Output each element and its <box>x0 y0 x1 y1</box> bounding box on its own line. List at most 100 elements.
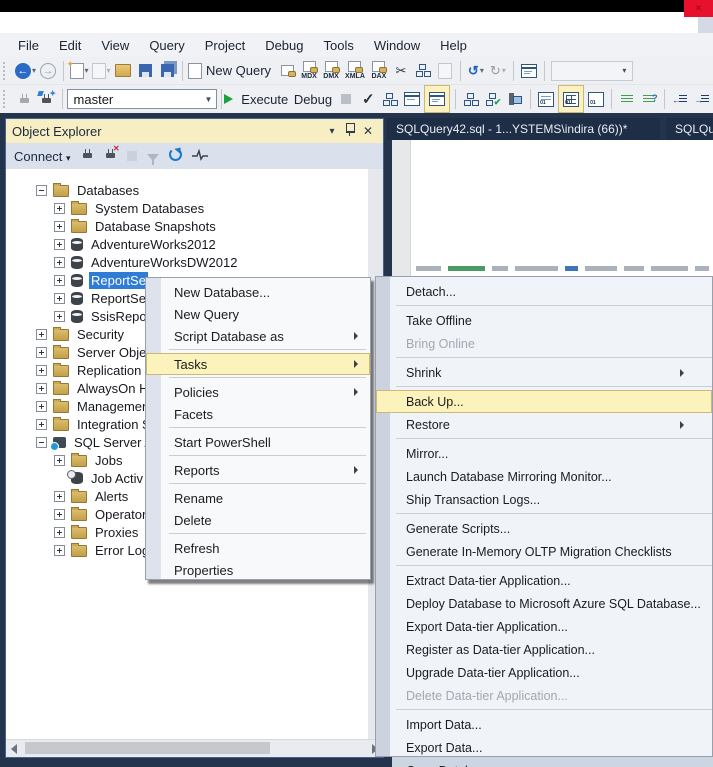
menu-item-delete[interactable]: Delete <box>146 509 370 531</box>
expander-plus-icon[interactable] <box>54 490 65 502</box>
refresh-button[interactable] <box>168 148 182 164</box>
dmx-query-button[interactable]: DMX <box>321 59 341 83</box>
menu-item-detach[interactable]: Detach... <box>376 280 712 303</box>
debug-button[interactable]: Debug <box>292 87 335 111</box>
menu-debug[interactable]: Debug <box>255 38 313 53</box>
stop-button[interactable] <box>336 87 356 111</box>
estimated-plan-button[interactable] <box>380 87 400 111</box>
connect-query-button[interactable] <box>15 87 35 111</box>
cut-button[interactable]: ✂ <box>391 59 411 83</box>
menu-item-export-data[interactable]: Export Data... <box>376 736 712 759</box>
menu-window[interactable]: Window <box>364 38 430 53</box>
navigate-forward-button[interactable]: → <box>38 59 58 83</box>
available-databases-combobox[interactable]: master ▼ <box>66 89 217 109</box>
expander-plus-icon[interactable] <box>36 400 47 412</box>
menu-item-upgrade-data-tier-application[interactable]: Upgrade Data-tier Application... <box>376 661 712 684</box>
menu-item-launch-database-mirroring-monitor[interactable]: Launch Database Mirroring Monitor... <box>376 465 712 488</box>
tree-item-system-databases[interactable]: System Databases <box>6 199 368 217</box>
menu-item-take-offline[interactable]: Take Offline <box>376 309 712 332</box>
close-button[interactable]: ✕ <box>684 0 713 17</box>
menu-item-import-data[interactable]: Import Data... <box>376 713 712 736</box>
expander-plus-icon[interactable] <box>54 220 65 232</box>
paste-button[interactable] <box>435 59 455 83</box>
horizontal-scrollbar[interactable] <box>6 739 383 757</box>
comment-button[interactable] <box>617 87 637 111</box>
filter-button[interactable] <box>146 149 159 165</box>
menu-item-restore[interactable]: Restore <box>376 413 712 436</box>
tree-item-adventureworksdw2012[interactable]: AdventureWorksDW2012 <box>6 253 368 271</box>
xmla-query-button[interactable]: XMLA <box>343 59 367 83</box>
tree-item-database-snapshots[interactable]: Database Snapshots <box>6 217 368 235</box>
menu-edit[interactable]: Edit <box>49 38 91 53</box>
menu-item-reports[interactable]: Reports <box>146 459 370 481</box>
new-query-button[interactable]: New Query <box>188 59 275 83</box>
expander-plus-icon[interactable] <box>54 238 65 250</box>
menu-query[interactable]: Query <box>139 38 194 53</box>
menu-item-register-as-data-tier-application[interactable]: Register as Data-tier Application... <box>376 638 712 661</box>
menu-view[interactable]: View <box>91 38 139 53</box>
menu-item-ship-transaction-logs[interactable]: Ship Transaction Logs... <box>376 488 712 511</box>
menu-item-policies[interactable]: Policies <box>146 381 370 403</box>
expander-plus-icon[interactable] <box>54 256 65 268</box>
parse-button[interactable]: ✓ <box>358 87 378 111</box>
client-statistics-button[interactable] <box>505 87 525 111</box>
menu-item-generate-scripts[interactable]: Generate Scripts... <box>376 517 712 540</box>
menu-item-script-database-as[interactable]: Script Database as <box>146 325 370 347</box>
expander-plus-icon[interactable] <box>36 328 47 340</box>
add-item-button[interactable]: ▾ <box>91 59 111 83</box>
window-position-button[interactable]: ▾ <box>323 126 341 137</box>
menu-item-export-data-tier-application[interactable]: Export Data-tier Application... <box>376 615 712 638</box>
results-to-file-button[interactable]: 01 <box>586 87 606 111</box>
connect-object-button[interactable] <box>81 148 94 164</box>
expander-plus-icon[interactable] <box>54 310 65 322</box>
expander-plus-icon[interactable] <box>54 202 65 214</box>
expander-plus-icon[interactable] <box>36 346 47 358</box>
menu-item-rename[interactable]: Rename <box>146 487 370 509</box>
expander-plus-icon[interactable] <box>54 292 65 304</box>
results-to-text-button[interactable]: 01 <box>536 87 556 111</box>
increase-indent-button[interactable] <box>692 87 712 111</box>
expander-plus-icon[interactable] <box>54 526 65 538</box>
disconnect-button[interactable]: ✕ <box>104 144 120 164</box>
connect-dropdown[interactable]: Connect ▾ <box>14 149 71 164</box>
copy-button[interactable] <box>413 59 433 83</box>
menu-file[interactable]: File <box>8 38 49 53</box>
save-button[interactable] <box>135 59 155 83</box>
menu-item-deploy-database-to-microsoft-azure-sql-database[interactable]: Deploy Database to Microsoft Azure SQL D… <box>376 592 712 615</box>
uncomment-button[interactable] <box>639 87 659 111</box>
menu-item-tasks[interactable]: Tasks <box>146 353 370 375</box>
expander-plus-icon[interactable] <box>36 364 47 376</box>
menu-item-shrink[interactable]: Shrink <box>376 361 712 384</box>
menu-item-properties[interactable]: Properties <box>146 559 370 581</box>
menu-item-mirror[interactable]: Mirror... <box>376 442 712 465</box>
menu-project[interactable]: Project <box>195 38 255 53</box>
activity-monitor-button[interactable] <box>191 148 208 164</box>
menu-item-facets[interactable]: Facets <box>146 403 370 425</box>
expander-plus-icon[interactable] <box>54 454 65 466</box>
menu-item-generate-in-memory-oltp-migration-checklists[interactable]: Generate In-Memory OLTP Migration Checkl… <box>376 540 712 563</box>
menu-item-start-powershell[interactable]: Start PowerShell <box>146 431 370 453</box>
tab-sqlquery42[interactable]: SQLQuery42.sql - 1...YSTEMS\indira (66))… <box>387 118 660 140</box>
standard-toolbar-combobox[interactable]: ▾ <box>550 60 633 81</box>
results-to-grid-button[interactable]: 01 <box>558 85 585 113</box>
intellisense-button[interactable] <box>519 59 539 83</box>
expander-plus-icon[interactable] <box>54 544 65 556</box>
open-file-button[interactable] <box>113 59 133 83</box>
dax-query-button[interactable]: DAX <box>369 59 389 83</box>
menu-item-new-database[interactable]: New Database... <box>146 281 370 303</box>
mdx-query-button[interactable]: MDX <box>299 59 319 83</box>
toolbar-grip[interactable] <box>3 90 10 108</box>
undo-button[interactable]: ↺ ▾ <box>466 59 486 83</box>
change-connection-button[interactable]: ✦ <box>37 87 57 111</box>
menu-item-copy-database[interactable]: Copy Database... <box>376 759 712 767</box>
query-options-button[interactable] <box>402 87 422 111</box>
navigate-back-button[interactable]: ← ▾ <box>15 59 36 83</box>
decrease-indent-button[interactable] <box>670 87 690 111</box>
actual-plan-toggle-button[interactable] <box>424 85 451 113</box>
tree-item-adventureworks2012[interactable]: AdventureWorks2012 <box>6 235 368 253</box>
menu-item-back-up[interactable]: Back Up... <box>376 390 712 413</box>
menu-tools[interactable]: Tools <box>314 38 364 53</box>
expander-plus-icon[interactable] <box>36 382 47 394</box>
scrollbar-thumb[interactable] <box>25 742 270 754</box>
expander-plus-icon[interactable] <box>54 508 65 520</box>
